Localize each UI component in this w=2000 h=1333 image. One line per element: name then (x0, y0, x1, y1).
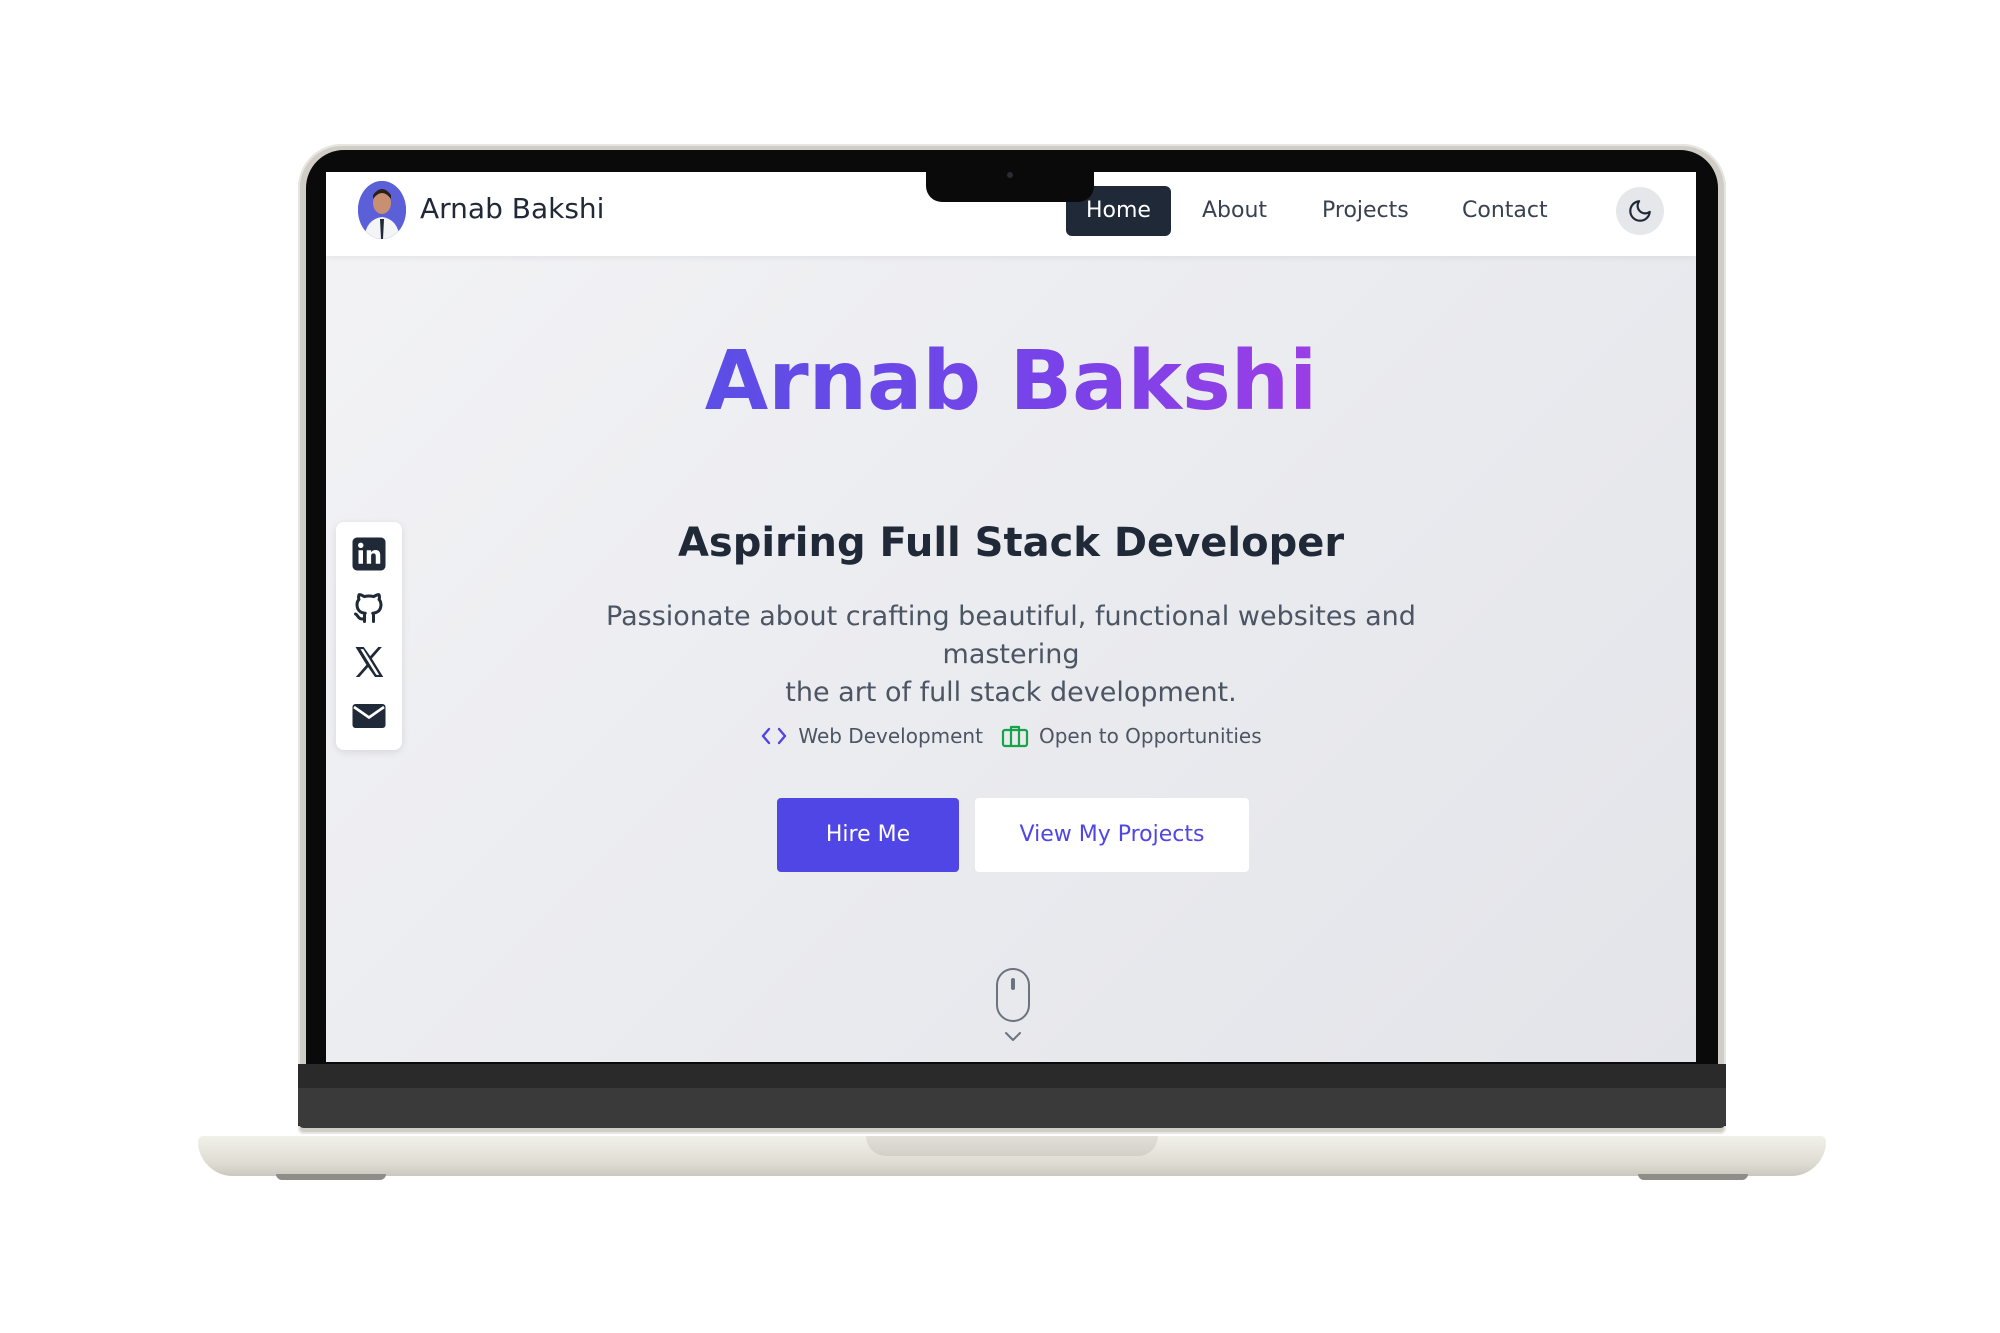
x-twitter-icon[interactable] (351, 644, 387, 680)
nav-about[interactable]: About (1182, 186, 1287, 236)
briefcase-icon (1001, 725, 1029, 748)
nav-projects[interactable]: Projects (1302, 186, 1429, 236)
tag-open-to-opportunities: Open to Opportunities (1001, 723, 1262, 749)
hero-name: Arnab Bakshi (704, 334, 1318, 429)
brand-name[interactable]: Arnab Bakshi (420, 192, 604, 225)
bezel-hinge (298, 1088, 1726, 1128)
hero-description-line-2: the art of full stack development. (785, 677, 1237, 708)
trackpad-notch (866, 1136, 1158, 1156)
mouse-wheel (1011, 978, 1015, 990)
moon-icon (1629, 200, 1651, 222)
mouse-scroll-icon[interactable] (996, 968, 1030, 1022)
website-screen: Arnab Bakshi Home About Projects Contact (326, 172, 1696, 1062)
laptop-foot-right (1638, 1174, 1748, 1180)
hire-me-button[interactable]: Hire Me (777, 798, 959, 872)
camera-icon (1007, 172, 1013, 178)
nav-contact[interactable]: Contact (1442, 186, 1568, 236)
laptop-foot-left (276, 1174, 386, 1180)
view-projects-button[interactable]: View My Projects (975, 798, 1249, 872)
hero-description: Passionate about crafting beautiful, fun… (551, 598, 1471, 712)
github-icon[interactable] (351, 590, 387, 626)
tag-label: Web Development (798, 724, 983, 748)
avatar[interactable] (358, 181, 406, 239)
tag-label: Open to Opportunities (1038, 724, 1262, 748)
hero-subtitle: Aspiring Full Stack Developer (677, 520, 1345, 566)
code-icon (762, 727, 787, 745)
theme-toggle-button[interactable] (1616, 187, 1664, 235)
chevron-down-icon[interactable] (1002, 1030, 1024, 1044)
tag-web-development: Web Development (760, 724, 983, 748)
hero-tags: Web Development Open to Opportunities (326, 720, 1696, 752)
hero-description-line-1: Passionate about crafting beautiful, fun… (606, 601, 1416, 670)
